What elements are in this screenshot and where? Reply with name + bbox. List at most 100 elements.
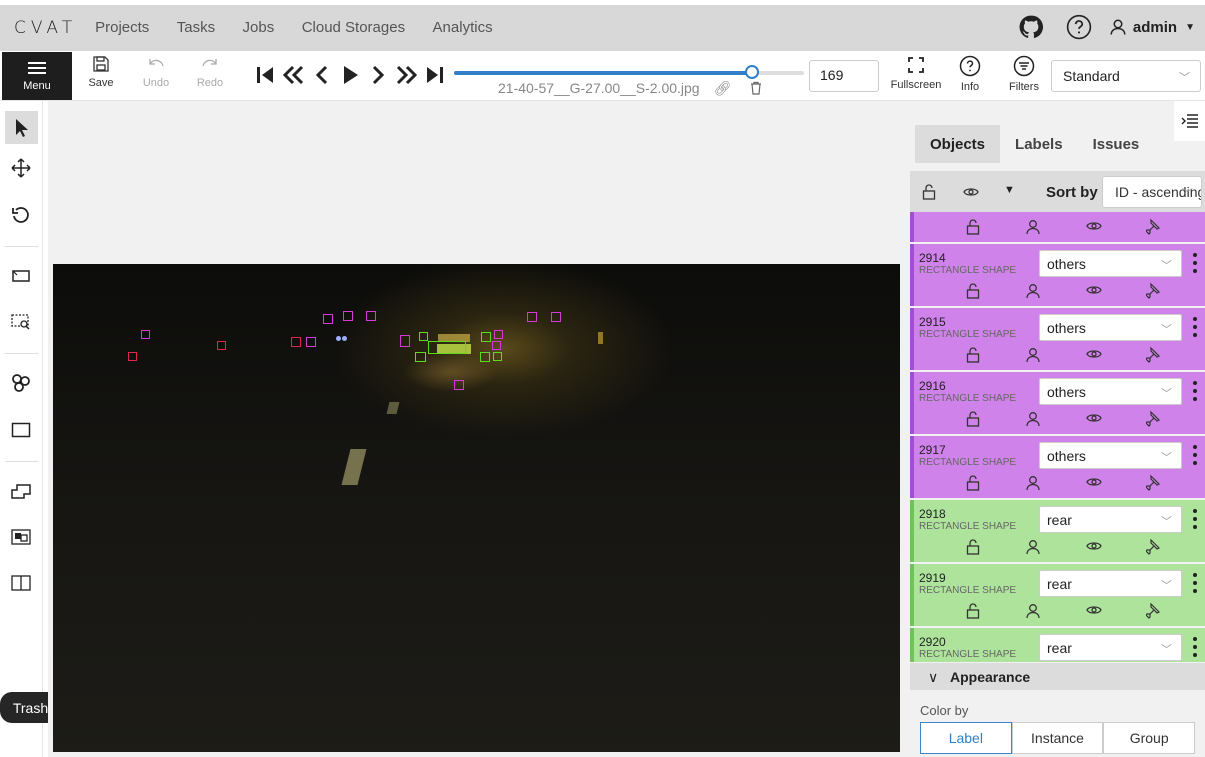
nav-jobs[interactable]: Jobs — [243, 19, 275, 36]
bounding-box[interactable] — [323, 314, 333, 324]
user-icon[interactable] — [1026, 283, 1044, 301]
bounding-box[interactable] — [481, 332, 491, 342]
lock-icon[interactable] — [966, 219, 984, 237]
expand-all-icon[interactable]: ▼ — [1004, 184, 1015, 196]
lock-icon[interactable] — [966, 411, 984, 429]
user-icon[interactable] — [1026, 347, 1044, 365]
object-item[interactable]: 2920 RECTANGLE SHAPE rear ﹀ — [910, 628, 1205, 662]
filters-button[interactable]: Filters — [1001, 55, 1047, 97]
user-icon[interactable] — [1026, 411, 1044, 429]
pin-icon[interactable] — [1145, 346, 1164, 365]
nav-analytics[interactable]: Analytics — [433, 19, 493, 36]
bounding-box[interactable] — [343, 311, 353, 321]
fit-image-icon[interactable] — [9, 264, 33, 288]
object-label-select[interactable]: others ﹀ — [1039, 442, 1182, 469]
pin-icon[interactable] — [1145, 218, 1164, 237]
bounding-box[interactable] — [217, 341, 226, 350]
draw-rectangle-icon[interactable] — [9, 418, 33, 442]
more-options-icon[interactable] — [1190, 443, 1200, 467]
save-button[interactable]: Save — [78, 55, 124, 97]
object-label-select[interactable]: rear ﹀ — [1039, 634, 1182, 661]
bounding-box[interactable] — [551, 312, 561, 322]
lock-icon[interactable] — [966, 475, 984, 493]
more-options-icon[interactable] — [1190, 251, 1200, 275]
delete-frame-icon[interactable] — [749, 81, 763, 98]
bounding-box[interactable] — [454, 380, 464, 390]
menu-button[interactable]: Menu — [2, 52, 72, 100]
bounding-box[interactable] — [306, 337, 316, 347]
merge-icon[interactable] — [9, 479, 33, 503]
eye-all-icon[interactable] — [963, 185, 979, 203]
nav-projects[interactable]: Projects — [95, 19, 149, 36]
workspace-select[interactable]: Standard ﹀ — [1051, 60, 1201, 92]
bounding-box[interactable] — [400, 335, 410, 347]
rotate-icon[interactable] — [9, 203, 33, 227]
bounding-box[interactable] — [527, 312, 537, 322]
object-label-select[interactable]: others ﹀ — [1039, 250, 1182, 277]
object-item[interactable]: 2915 RECTANGLE SHAPE others ﹀ — [910, 308, 1205, 370]
eye-icon[interactable] — [1086, 539, 1104, 557]
bounding-box[interactable] — [366, 311, 376, 321]
more-options-icon[interactable] — [1190, 571, 1200, 595]
object-item[interactable]: 2916 RECTANGLE SHAPE others ﹀ — [910, 372, 1205, 434]
more-options-icon[interactable] — [1190, 379, 1200, 403]
split-icon[interactable] — [9, 571, 33, 595]
pin-icon[interactable] — [1145, 474, 1164, 493]
nav-cloud-storages[interactable]: Cloud Storages — [302, 19, 405, 36]
object-label-select[interactable]: rear ﹀ — [1039, 506, 1182, 533]
user-icon[interactable] — [1026, 603, 1044, 621]
object-label-select[interactable]: rear ﹀ — [1039, 570, 1182, 597]
pin-icon[interactable] — [1145, 282, 1164, 301]
previous-frame-icon[interactable] — [308, 61, 336, 89]
fast-forward-icon[interactable] — [392, 61, 420, 89]
bounding-box[interactable] — [419, 332, 428, 341]
bounding-box[interactable] — [291, 337, 301, 347]
pin-icon[interactable] — [1145, 602, 1164, 621]
move-icon[interactable] — [9, 156, 33, 180]
frame-number-input[interactable]: 169 — [809, 60, 879, 92]
nav-tasks[interactable]: Tasks — [177, 19, 215, 36]
bounding-box[interactable] — [428, 341, 466, 354]
redo-button[interactable]: Redo — [187, 55, 233, 97]
eye-icon[interactable] — [1086, 475, 1104, 493]
bounding-box[interactable] — [492, 341, 501, 350]
bounding-box[interactable] — [415, 352, 426, 362]
object-item[interactable]: 2914 RECTANGLE SHAPE others ﹀ — [910, 244, 1205, 306]
zoom-region-icon[interactable] — [9, 310, 33, 334]
bounding-box[interactable] — [480, 352, 490, 362]
lock-all-icon[interactable] — [922, 184, 936, 205]
next-frame-icon[interactable] — [364, 61, 392, 89]
user-icon[interactable] — [1026, 475, 1044, 493]
play-icon[interactable] — [336, 61, 364, 89]
object-item[interactable]: 2919 RECTANGLE SHAPE rear ﹀ — [910, 564, 1205, 626]
user-icon[interactable] — [1026, 219, 1044, 237]
object-label-select[interactable]: others ﹀ — [1039, 314, 1182, 341]
tab-labels[interactable]: Labels — [1000, 125, 1078, 163]
tab-objects[interactable]: Objects — [915, 125, 1001, 163]
lock-icon[interactable] — [966, 347, 984, 365]
eye-icon[interactable] — [1086, 219, 1104, 237]
bounding-box[interactable] — [493, 352, 502, 361]
group-icon[interactable] — [9, 525, 33, 549]
bounding-box[interactable] — [494, 330, 503, 339]
sidebar-collapse-button[interactable] — [1174, 101, 1205, 141]
color-by-label-option[interactable]: Label — [920, 722, 1012, 754]
eye-icon[interactable] — [1086, 347, 1104, 365]
first-frame-icon[interactable] — [252, 61, 280, 89]
bounding-box[interactable] — [128, 352, 137, 361]
cursor-icon[interactable] — [5, 111, 38, 144]
github-icon[interactable] — [1017, 13, 1045, 41]
frame-slider-handle[interactable] — [744, 65, 759, 79]
eye-icon[interactable] — [1086, 603, 1104, 621]
info-button[interactable]: Info — [947, 55, 993, 97]
pin-icon[interactable] — [1145, 538, 1164, 557]
annotated-frame-image[interactable] — [53, 264, 900, 752]
color-by-group-option[interactable]: Group — [1103, 722, 1196, 754]
user-menu[interactable]: admin ▼ — [1109, 18, 1195, 36]
lock-icon[interactable] — [966, 539, 984, 557]
object-item[interactable]: 2917 RECTANGLE SHAPE others ﹀ — [910, 436, 1205, 498]
frame-slider[interactable] — [454, 65, 804, 79]
sort-select[interactable]: ID - ascending ﹀ — [1102, 176, 1202, 208]
tab-issues[interactable]: Issues — [1078, 125, 1155, 163]
eye-icon[interactable] — [1086, 283, 1104, 301]
